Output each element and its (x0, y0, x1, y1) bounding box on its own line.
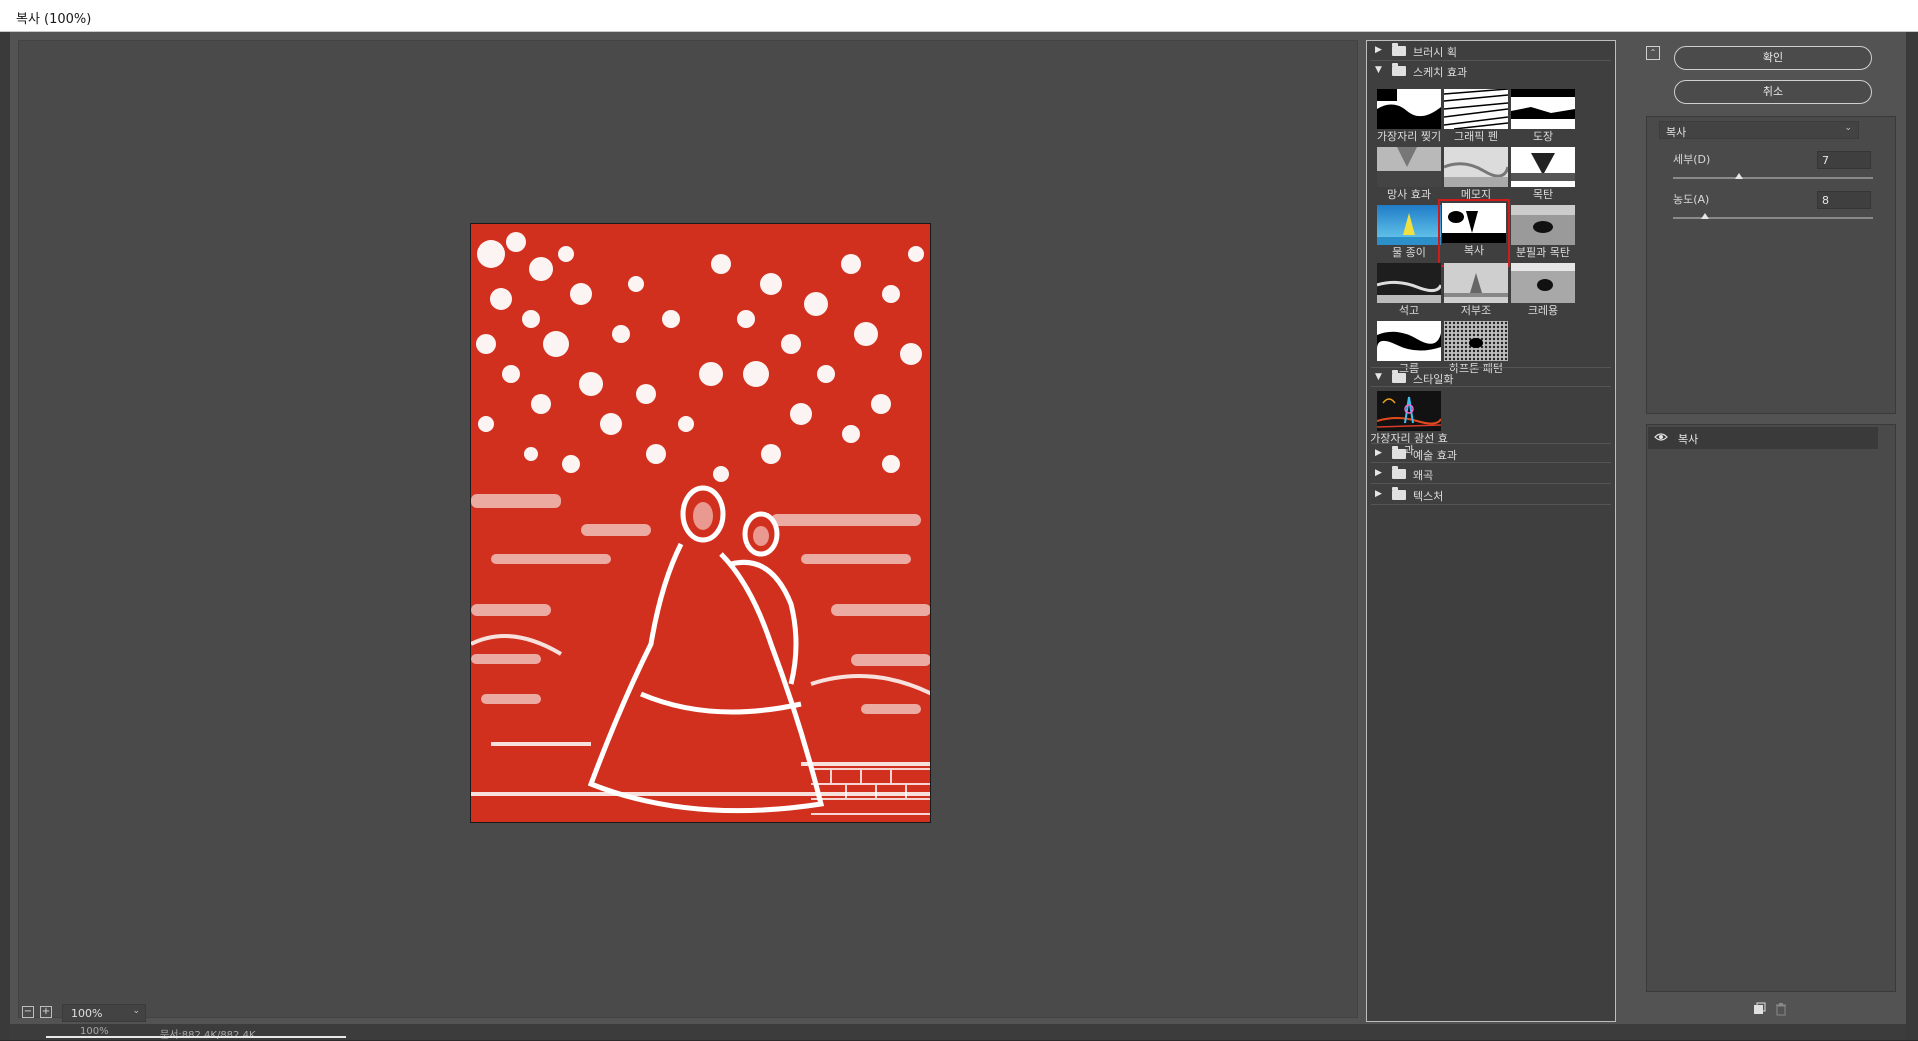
trash-icon[interactable] (1774, 1002, 1788, 1016)
chevron-down-icon: ⌄ (132, 1006, 140, 1016)
right-edge (1906, 32, 1918, 1040)
new-effect-layer-icon[interactable] (1752, 1002, 1766, 1016)
status-doc-size: 문서:882.4K/882.4K (160, 1026, 256, 1041)
thumb-image (1442, 203, 1506, 243)
collapse-arrow-icon: ▼ (1375, 65, 1382, 75)
filter-gallery-panel: ▶ 브러시 획 ▼ 스케치 효과 가장자리 찢기 그래픽 펜 도장 망사 효과 … (1366, 40, 1616, 1022)
effect-layer-row[interactable]: 복사 (1648, 427, 1878, 449)
left-edge (0, 32, 10, 1040)
thumb-label: 크레용 (1527, 304, 1559, 317)
detail-input[interactable]: 7 (1817, 151, 1871, 169)
thumb-image (1377, 147, 1441, 187)
darkness-slider[interactable] (1673, 213, 1873, 219)
zoom-out-button[interactable]: − (22, 1006, 34, 1018)
expand-arrow-icon: ▶ (1375, 468, 1382, 478)
thumb-image (1444, 263, 1508, 303)
status-strip: 100% 문서:882.4K/882.4K (10, 1024, 1906, 1041)
darkness-slider-thumb[interactable] (1701, 213, 1709, 219)
folder-label: 텍스처 (1413, 490, 1444, 503)
folder-icon (1392, 466, 1406, 479)
expand-arrow-icon: ▶ (1375, 45, 1382, 55)
thumb-image (1377, 89, 1441, 129)
title-bar: 복사 (100%) (0, 0, 1918, 32)
folder-open-icon (1392, 63, 1406, 76)
zoom-select[interactable]: 100% ⌄ (62, 1004, 146, 1022)
thumb-image (1444, 321, 1508, 361)
effect-layer-label: 복사 (1678, 433, 1699, 446)
ok-button[interactable]: 확인 (1674, 46, 1872, 70)
thumb-image (1511, 263, 1575, 303)
chevron-down-icon: ⌄ (1844, 123, 1852, 133)
folder-icon (1392, 446, 1406, 459)
expand-arrow-icon: ▶ (1375, 489, 1382, 499)
folder-label: 왜곡 (1413, 469, 1434, 482)
detail-label: 세부(D) (1673, 153, 1711, 166)
zoom-in-button[interactable]: + (40, 1006, 52, 1018)
thumb-label: 목탄 (1532, 188, 1554, 201)
thumb-image (1377, 263, 1441, 303)
preview-image[interactable] (470, 223, 931, 823)
folder-icon (1392, 487, 1406, 500)
thumb-image (1377, 391, 1441, 431)
filter-select[interactable]: 복사 ⌄ (1659, 121, 1859, 139)
folder-distort[interactable]: ▶ 왜곡 (1371, 464, 1611, 484)
folder-label: 스케치 효과 (1413, 66, 1468, 79)
folder-texture[interactable]: ▶ 텍스처 (1371, 485, 1611, 505)
filter-thumb-photocopy[interactable]: 복사 (1438, 199, 1510, 267)
folder-icon (1392, 43, 1406, 56)
folder-label: 브러시 획 (1413, 46, 1457, 59)
folder-label: 스타일화 (1413, 373, 1454, 386)
collapse-gallery-button[interactable]: ⌃ (1646, 46, 1660, 60)
effect-layers-panel: 복사 (1646, 424, 1896, 992)
thumb-label: 도장 (1532, 130, 1554, 143)
thumb-image (1444, 147, 1508, 187)
thumb-image (1377, 321, 1441, 361)
filter-thumb-conte-crayon[interactable]: 크레용 (1507, 259, 1579, 327)
folder-stylize[interactable]: ▼ 스타일화 (1371, 367, 1611, 387)
filter-thumb-glowing-edges[interactable]: 가장자리 광선 효과 (1370, 387, 1448, 457)
darkness-label: 농도(A) (1673, 193, 1710, 206)
window-title: 복사 (100%) (16, 12, 92, 27)
filter-select-value: 복사 (1666, 126, 1687, 139)
folder-artistic[interactable]: ▶ 예술 효과 (1371, 443, 1611, 463)
detail-slider[interactable] (1673, 173, 1873, 179)
folder-open-icon (1392, 370, 1406, 383)
thumb-image (1511, 147, 1575, 187)
eye-icon[interactable] (1654, 430, 1668, 444)
thumb-image (1511, 89, 1575, 129)
filter-gallery-window: 복사 (100%) − + 100% ⌄ 100% ▶ 브러시 획 ▼ 스케치 … (0, 0, 1918, 1041)
thumb-image (1444, 89, 1508, 129)
detail-slider-thumb[interactable] (1735, 173, 1743, 179)
thumb-image (1377, 205, 1441, 245)
status-progress-line (46, 1036, 346, 1038)
darkness-input[interactable]: 8 (1817, 191, 1871, 209)
folder-label: 예술 효과 (1413, 449, 1457, 462)
collapse-arrow-icon: ▼ (1375, 372, 1382, 382)
folder-sketch[interactable]: ▼ 스케치 효과 (1371, 61, 1611, 81)
thumb-label: 분필과 목탄 (1515, 246, 1571, 259)
folder-brush-strokes[interactable]: ▶ 브러시 획 (1371, 41, 1611, 61)
preview-area[interactable] (18, 40, 1358, 1018)
cancel-button[interactable]: 취소 (1674, 80, 1872, 104)
filter-settings-panel: 복사 ⌄ 세부(D) 7 농도(A) 8 (1646, 116, 1896, 414)
expand-arrow-icon: ▶ (1375, 448, 1382, 458)
zoom-value: 100% (71, 1007, 103, 1020)
thumb-image (1511, 205, 1575, 245)
